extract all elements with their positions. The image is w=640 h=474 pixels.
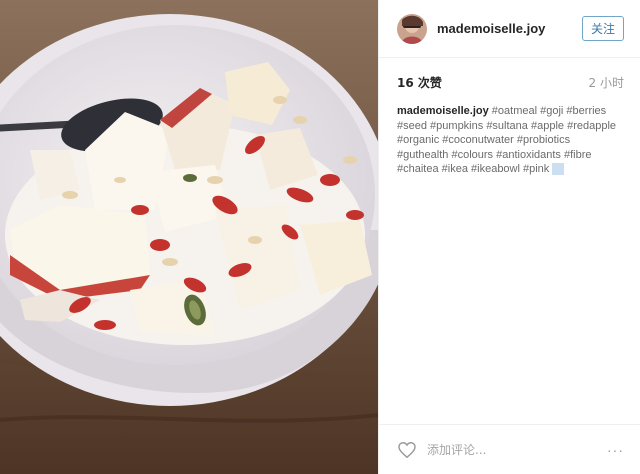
hashtag[interactable]: #sultana [486,120,528,132]
selected-emoji: ▮▮ [552,163,565,175]
hashtag[interactable]: #redapple [567,120,616,132]
caption: mademoiselle.joy #oatmeal #goji #berries… [379,104,640,177]
hashtag[interactable]: #berries [566,105,606,117]
timestamp[interactable]: 2 小时 [589,74,624,91]
hashtag[interactable]: #probiotics [517,134,570,146]
hashtag[interactable]: #colours [451,149,493,161]
hashtag[interactable]: #ikeabowl [471,163,520,175]
post-photo [0,0,378,474]
hashtag[interactable]: #fibre [564,149,592,161]
post-meta: 16 次赞 2 小时 [379,70,640,94]
heart-icon[interactable] [397,441,417,459]
hashtag[interactable]: #oatmeal [492,105,537,117]
hashtag[interactable]: #guthealth [397,149,448,161]
post-header: mademoiselle.joy 关注 [379,0,640,58]
post-footer: 添加评论... ··· [379,424,640,474]
post-detail-panel: mademoiselle.joy 关注 16 次赞 2 小时 mademoise… [378,0,640,474]
comment-input[interactable]: 添加评论... [427,441,607,458]
hashtag[interactable]: #ikea [442,163,468,175]
hashtag[interactable]: #organic [397,134,439,146]
like-count[interactable]: 16 次赞 [397,74,442,91]
hashtag[interactable]: #goji [540,105,563,117]
hashtag[interactable]: #coconutwater [442,134,514,146]
hashtag[interactable]: #pumpkins [430,120,483,132]
instagram-post-view: mademoiselle.joy 关注 16 次赞 2 小时 mademoise… [0,0,640,474]
follow-button[interactable]: 关注 [581,16,624,41]
hashtag[interactable]: #apple [531,120,564,132]
hashtag[interactable]: #chaitea [397,163,439,175]
hashtag[interactable]: #pink [523,163,549,175]
caption-username[interactable]: mademoiselle.joy [397,105,489,117]
more-options-icon[interactable]: ··· [607,442,624,458]
hashtag[interactable]: #antioxidants [496,149,561,161]
hashtag[interactable]: #seed [397,120,427,132]
avatar[interactable] [397,13,427,44]
username[interactable]: mademoiselle.joy [437,21,582,36]
